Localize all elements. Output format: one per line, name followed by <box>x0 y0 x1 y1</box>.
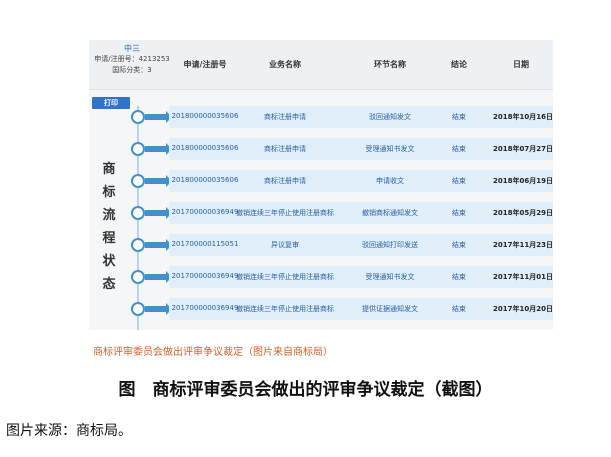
side-label-char: 态 <box>102 277 116 292</box>
screenshot-source-caption: 商标评审委员会做出评审争议裁定（图片来自商标局） <box>93 347 333 358</box>
column-header-result: 结论 <box>451 60 467 69</box>
table-row[interactable]: 201800000035606 商标注册申请 申请收文 结束 2018年06月1… <box>169 170 553 192</box>
applicant-reg-number: 申请/注册号：4213253 <box>94 55 170 63</box>
cell-step[interactable]: 撤销商标通知发文 <box>362 208 418 218</box>
cell-business[interactable]: 异议复审 <box>271 240 299 250</box>
cell-result[interactable]: 结束 <box>452 112 466 122</box>
applicant-name[interactable]: 中三 <box>89 44 175 54</box>
image-source-note: 图片来源：商标局。 <box>6 423 132 439</box>
timeline-arrow-icon <box>145 207 172 219</box>
table-row[interactable]: 201700000115051 异议复审 驳回通知打印发送 结束 2017年11… <box>169 234 553 256</box>
trademark-process-panel: 中三 申请/注册号：4213253 国际分类：3 申请/注册号 业务名称 环节名… <box>89 40 553 330</box>
table-header: 中三 申请/注册号：4213253 国际分类：3 申请/注册号 业务名称 环节名… <box>89 40 553 90</box>
side-label-char: 商 <box>102 162 116 177</box>
timeline-node-icon <box>131 110 145 124</box>
column-header-business: 业务名称 <box>269 60 301 69</box>
timeline-arrow-icon <box>145 143 172 155</box>
cell-business[interactable]: 商标注册申请 <box>264 176 306 186</box>
process-status-label: 商 标 流 程 状 态 <box>101 158 117 296</box>
cell-step[interactable]: 驳回通知打印发送 <box>362 240 418 250</box>
cell-date: 2018年10月16日 <box>493 113 553 121</box>
print-button[interactable]: 打印 <box>92 97 130 109</box>
cell-business[interactable]: 撤销连续三年停止使用注册商标 <box>236 304 334 314</box>
cell-date: 2017年11月23日 <box>493 241 553 249</box>
cell-step[interactable]: 受理通知书发文 <box>366 272 415 282</box>
side-label-char: 标 <box>102 185 116 200</box>
cell-date: 2018年05月29日 <box>493 209 553 217</box>
cell-reg-no[interactable]: 201800000035606 <box>172 176 239 184</box>
timeline-arrow-icon <box>145 175 172 187</box>
cell-result[interactable]: 结束 <box>452 176 466 186</box>
cell-result[interactable]: 结束 <box>452 272 466 282</box>
applicant-class: 国际分类：3 <box>112 66 152 74</box>
cell-reg-no[interactable]: 201700000115051 <box>172 240 239 248</box>
cell-result[interactable]: 结束 <box>452 144 466 154</box>
cell-result[interactable]: 结束 <box>452 208 466 218</box>
applicant-info: 中三 申请/注册号：4213253 国际分类：3 <box>89 44 175 75</box>
cell-date: 2017年10月20日 <box>493 305 553 313</box>
cell-business[interactable]: 商标注册申请 <box>264 112 306 122</box>
timeline-arrow-icon <box>145 239 172 251</box>
timeline-arrow-icon <box>145 303 172 315</box>
cell-reg-no[interactable]: 201800000035606 <box>172 112 239 120</box>
table-row[interactable]: 201700000036949 撤销连续三年停止使用注册商标 撤销商标通知发文 … <box>169 202 553 224</box>
timeline-arrow-icon <box>145 111 172 123</box>
side-label-char: 流 <box>102 208 116 223</box>
timeline-node-icon <box>131 238 145 252</box>
timeline-node-icon <box>131 302 145 316</box>
table-row[interactable]: 201800000035606 商标注册申请 驳回通知发文 结束 2018年10… <box>169 106 553 128</box>
timeline-arrow-icon <box>145 271 172 283</box>
column-header-date: 日期 <box>513 60 529 69</box>
cell-result[interactable]: 结束 <box>452 304 466 314</box>
figure-caption: 图 商标评审委员会做出的评审争议裁定（截图） <box>118 380 493 400</box>
cell-business[interactable]: 商标注册申请 <box>264 144 306 154</box>
cell-reg-no[interactable]: 201800000035606 <box>172 144 239 152</box>
timeline-node-icon <box>131 174 145 188</box>
cell-result[interactable]: 结束 <box>452 240 466 250</box>
cell-business[interactable]: 撤销连续三年停止使用注册商标 <box>236 272 334 282</box>
cell-step[interactable]: 驳回通知发文 <box>369 112 411 122</box>
side-label-char: 程 <box>102 231 116 246</box>
cell-date: 2018年07月27日 <box>493 145 553 153</box>
side-label-char: 状 <box>102 254 116 269</box>
table-row[interactable]: 201700000036949 撤销连续三年停止使用注册商标 受理通知书发文 结… <box>169 266 553 288</box>
table-row[interactable]: 201700000036949 撤销连续三年停止使用注册商标 提供证据通知发文 … <box>169 298 553 320</box>
timeline-node-icon <box>131 270 145 284</box>
cell-step[interactable]: 申请收文 <box>376 176 404 186</box>
cell-reg-no[interactable]: 201700000036949 <box>172 208 239 216</box>
cell-date: 2018年06月19日 <box>493 177 553 185</box>
timeline-node-icon <box>131 206 145 220</box>
column-header-reg-no: 申请/注册号 <box>183 60 227 69</box>
cell-reg-no[interactable]: 201700000036949 <box>172 304 239 312</box>
cell-step[interactable]: 受理通知书发文 <box>366 144 415 154</box>
cell-reg-no[interactable]: 201700000036949 <box>172 272 239 280</box>
table-row[interactable]: 201800000035606 商标注册申请 受理通知书发文 结束 2018年0… <box>169 138 553 160</box>
cell-step[interactable]: 提供证据通知发文 <box>362 304 418 314</box>
column-header-step: 环节名称 <box>374 60 406 69</box>
timeline-node-icon <box>131 142 145 156</box>
cell-date: 2017年11月01日 <box>493 273 553 281</box>
cell-business[interactable]: 撤销连续三年停止使用注册商标 <box>236 208 334 218</box>
